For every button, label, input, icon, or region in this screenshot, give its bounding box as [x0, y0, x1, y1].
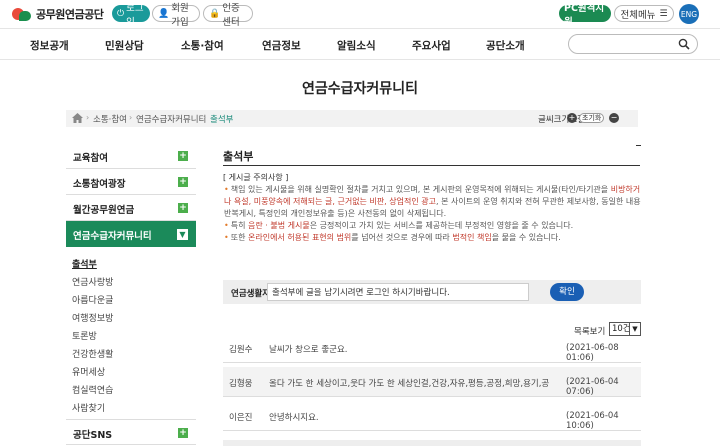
divider	[223, 165, 640, 166]
lnb-sub-item[interactable]: 유머세상	[72, 365, 105, 378]
english-button[interactable]: ENG	[679, 4, 699, 24]
breadcrumb-separator: ›	[86, 113, 90, 122]
user-icon: 👤	[158, 8, 170, 19]
lnb-item-plaza[interactable]: 소통참여광장 +	[66, 169, 196, 195]
comment-form: 연금생활자 확인	[223, 280, 641, 304]
message-text: 날씨가 창으로 좋군요.	[269, 345, 348, 355]
bullet-icon: •	[224, 221, 229, 230]
lnb-sub-item[interactable]: 건강한생활	[72, 347, 113, 360]
lnb-sub-item[interactable]: 여행정보방	[72, 311, 113, 324]
comment-input[interactable]	[267, 283, 529, 301]
message-text: 올다 가도 한 세상이고,웃다 가도 한 세상인걸,건강,자유,평등,공정,희망…	[269, 379, 549, 389]
breadcrumb-current: 출석부	[210, 115, 234, 125]
lnb-sub-item[interactable]: 연금사랑방	[72, 275, 113, 288]
timestamp: (2021-06-04 10:06)	[566, 411, 619, 431]
timestamp: (2021-06-08 01:06)	[566, 343, 619, 363]
writer-label: 연금생활자	[231, 289, 271, 299]
notice-paragraph: • 또한 온라인에서 허용된 표현의 범위를 넘어선 것으로 경우에 따라 법적인…	[224, 233, 561, 242]
timestamp: (2021-06-04 07:06)	[566, 377, 619, 397]
breadcrumb-item[interactable]: 소통·참여	[93, 113, 127, 125]
lnb-sub-item[interactable]: 컴실력연습	[72, 383, 113, 396]
breadcrumb-separator: ›	[203, 113, 207, 122]
list-item: 김원수 날씨가 창으로 좋군요. (2021-06-08 01:06)	[223, 333, 641, 363]
content-title: 출석부	[223, 150, 254, 163]
font-decrease-button[interactable]: −	[609, 113, 619, 123]
power-icon: ⏻	[117, 8, 125, 19]
gnb-item-civil[interactable]: 민원상담	[105, 38, 144, 53]
gnb-item-community[interactable]: 소통·참여	[181, 38, 224, 53]
home-icon[interactable]	[72, 113, 83, 123]
lnb-sub-attendance[interactable]: 출석부	[72, 257, 97, 270]
notice-heading: [ 게시글 주의사항 ]	[223, 173, 289, 182]
submit-button[interactable]: 확인	[550, 283, 584, 301]
gnb-item-about[interactable]: 공단소개	[486, 38, 525, 53]
gnb-item-info[interactable]: 정보공개	[30, 38, 69, 53]
divider	[636, 145, 641, 146]
author-name: 김형웅	[229, 379, 253, 389]
login-button[interactable]: ⏻ 로그인	[112, 3, 150, 28]
font-reset-button[interactable]: 초기화	[579, 113, 605, 123]
join-button[interactable]: 👤 회원가입	[152, 3, 200, 28]
author-name: 이은진	[229, 413, 253, 423]
list-item: 김형웅 올다 가도 한 세상이고,웃다 가도 한 세상인걸,건강,자유,평등,공…	[223, 367, 641, 397]
search-input[interactable]	[577, 35, 677, 53]
breadcrumb: › 소통·참여 › 연금수급자커뮤니티 › 출석부 글씨크기조절 + 초기화 −	[66, 110, 638, 127]
author-name: 김원수	[229, 345, 253, 355]
bullet-icon: •	[224, 233, 229, 242]
lnb-sub-item[interactable]: 아름다운글	[72, 293, 113, 306]
plus-icon: +	[178, 151, 188, 161]
lnb-sub-item[interactable]: 사람찾기	[72, 401, 105, 414]
lnb-item-community[interactable]: 연금수급자커뮤니티 ▼	[66, 221, 196, 247]
list-item: 이은진 안녕하시지요. (2021-06-04 10:06)	[223, 401, 641, 431]
search-icon[interactable]	[678, 38, 690, 50]
main-navigation: 정보공개 민원상담 소통·참여 연금정보 알림소식 주요사업 공단소개	[0, 28, 720, 60]
cert-center-button[interactable]: 🔒 인증센터	[203, 3, 253, 28]
logo-text: 공무원연금공단	[36, 8, 104, 21]
all-menu-button[interactable]: 전체메뉴 ☰	[614, 5, 674, 22]
next-row-edge	[223, 440, 641, 446]
logo-mark-icon	[12, 6, 32, 22]
bullet-icon: •	[224, 185, 229, 194]
search-box	[568, 34, 698, 54]
lnb-sub-item[interactable]: 토론방	[72, 329, 97, 342]
top-utility-bar: 공무원연금공단 ⏻ 로그인 👤 회원가입 🔒 인증센터 PC원격지원 전체메뉴 ☰ EN…	[0, 0, 720, 28]
gnb-item-news[interactable]: 알림소식	[337, 38, 376, 53]
notice-paragraph: • 특히 음란 · 불법 게시물은 긍정적이고 가치 있는 서비스를 제공하는데 …	[224, 221, 574, 230]
breadcrumb-separator: ›	[129, 113, 133, 122]
hamburger-icon: ☰	[659, 8, 668, 19]
lnb-item-education[interactable]: 교육참여 +	[66, 143, 196, 169]
gnb-item-pension[interactable]: 연금정보	[262, 38, 301, 53]
message-text: 안녕하시지요.	[269, 413, 319, 423]
font-size-label: 글씨크기조절	[538, 115, 585, 125]
font-increase-button[interactable]: +	[567, 113, 577, 123]
lnb-item-sns[interactable]: 공단SNS +	[66, 419, 196, 445]
notice-paragraph: • 책임 있는 게시물을 위해 실명확인 절차를 거치고 있으며, 본 게시판의 …	[224, 185, 641, 218]
chevron-down-icon: ▼	[177, 229, 188, 240]
plus-icon: +	[178, 203, 188, 213]
pc-remote-button[interactable]: PC원격지원	[559, 3, 611, 28]
lnb-item-monthly[interactable]: 월간공무원연금 +	[66, 195, 196, 221]
gnb-item-business[interactable]: 주요사업	[412, 38, 451, 53]
plus-icon: +	[178, 428, 188, 438]
page-title: 연금수급자커뮤니티	[302, 81, 418, 97]
site-logo[interactable]: 공무원연금공단	[12, 5, 104, 23]
lock-icon: 🔒	[209, 8, 221, 19]
breadcrumb-item[interactable]: 연금수급자커뮤니티	[136, 113, 206, 125]
plus-icon: +	[178, 177, 188, 187]
